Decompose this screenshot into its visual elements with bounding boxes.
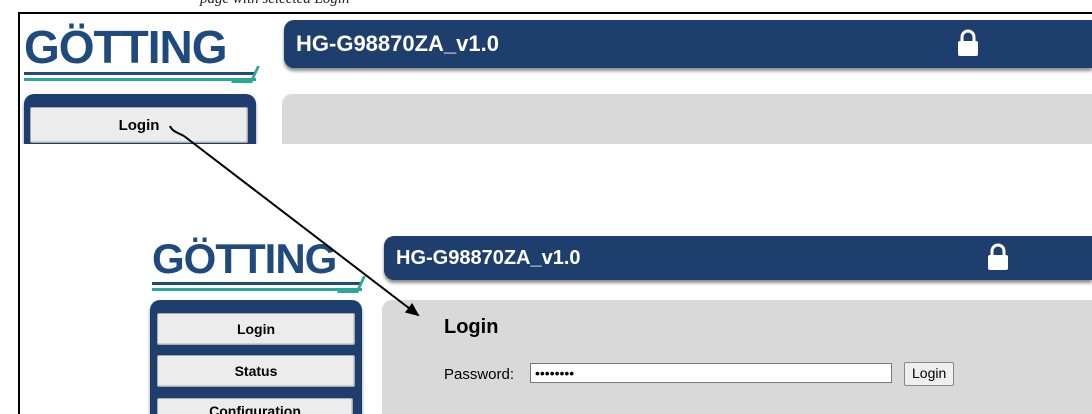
- arrow-pointer: [169, 125, 420, 317]
